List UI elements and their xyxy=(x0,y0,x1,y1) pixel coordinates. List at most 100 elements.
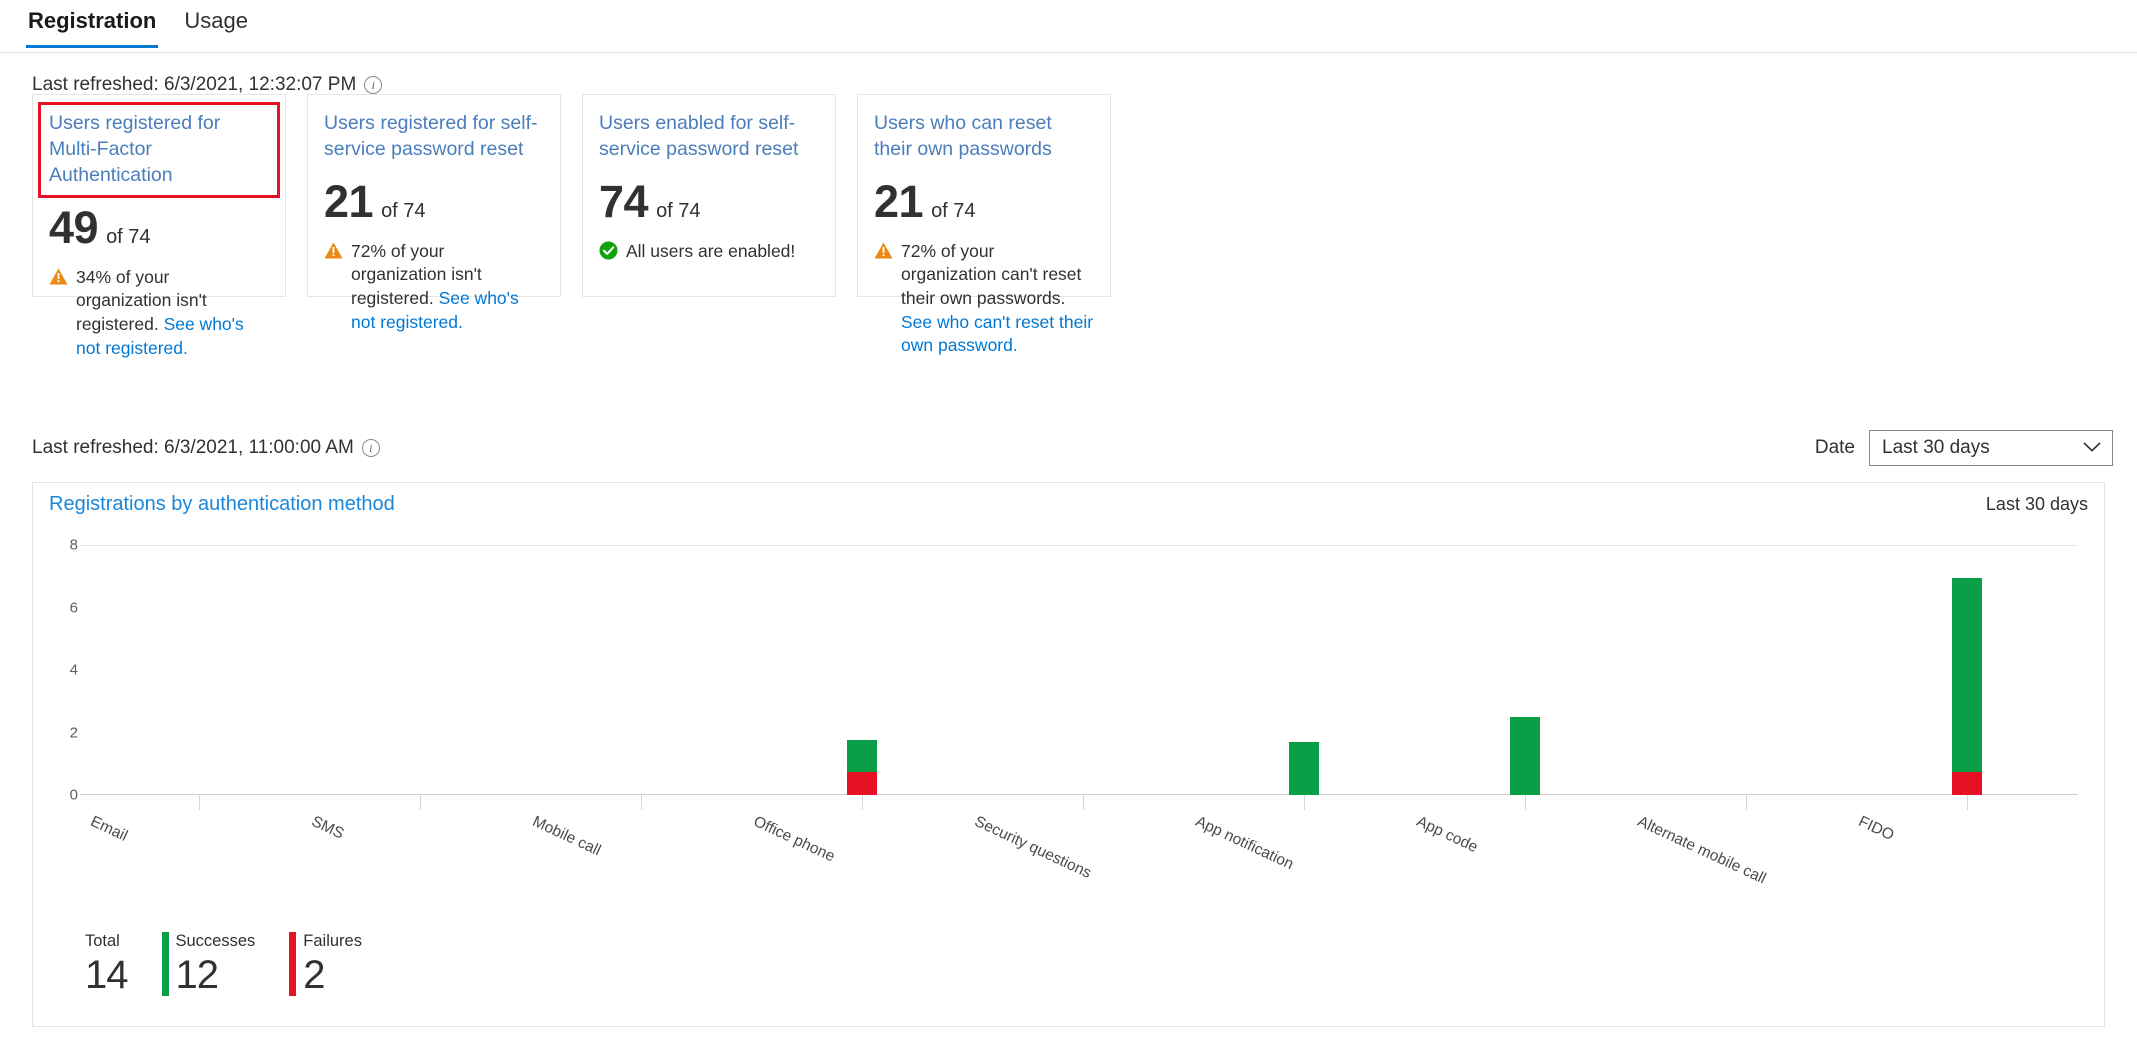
kpi-card-list: Users registered for Multi-Factor Authen… xyxy=(32,94,1111,358)
kpi-card-note-text: 72% of your organization can't reset the… xyxy=(901,240,1082,309)
total-item-total: Total 14 xyxy=(85,932,128,996)
bar-segment-success xyxy=(846,740,877,772)
kpi-card-note: 72% of your organization isn't registere… xyxy=(324,240,544,335)
kpi-card-total: of 74 xyxy=(381,199,426,222)
kpi-card-value: 21 xyxy=(874,175,924,227)
total-value: 12 xyxy=(175,953,219,997)
chart-axis-line xyxy=(80,794,2078,795)
kpi-card-title-wrap: Users enabled for self-service password … xyxy=(599,111,819,163)
x-axis-tick-label: Security questions xyxy=(971,813,1094,882)
total-value: 14 xyxy=(85,953,128,997)
kpi-card-note-text: All users are enabled! xyxy=(626,240,796,261)
kpi-card-title[interactable]: Users who can reset their own passwords xyxy=(874,111,1094,163)
x-axis-tick-mark xyxy=(198,795,200,810)
kpi-card-value-row: 74 of 74 xyxy=(599,179,819,224)
kpi-card-value-row: 49 of 74 xyxy=(49,205,269,250)
warning-triangle-icon xyxy=(324,242,343,259)
x-axis-tick-mark xyxy=(419,795,421,810)
last-refreshed-chart-text: Last refreshed: 6/3/2021, 11:00:00 AM xyxy=(32,437,354,458)
bar-segment-success xyxy=(1952,577,1983,772)
legend-swatch-successes xyxy=(161,932,169,996)
bar-segment-success xyxy=(1510,716,1541,795)
kpi-card-title[interactable]: Users registered for self-service passwo… xyxy=(324,111,544,163)
total-item-failures: Failures 2 xyxy=(289,932,362,996)
kpi-card-value-row: 21 of 74 xyxy=(874,179,1094,224)
y-axis-tick: 2 xyxy=(69,724,78,741)
x-axis-tick-label: FIDO xyxy=(1856,813,1897,845)
kpi-card-note-body: 72% of your organization can't reset the… xyxy=(901,240,1094,358)
kpi-card-total: of 74 xyxy=(656,199,701,222)
x-axis-tick-label: App notification xyxy=(1192,813,1297,874)
kpi-card-sspr-registered[interactable]: Users registered for self-service passwo… xyxy=(307,94,561,332)
kpi-card-title-wrap: Users who can reset their own passwords xyxy=(874,111,1094,163)
kpi-card-value-row: 21 of 74 xyxy=(324,179,544,224)
x-axis-tick-mark xyxy=(861,795,863,810)
last-refreshed-cards: Last refreshed: 6/3/2021, 12:32:07 PM i xyxy=(32,74,383,96)
kpi-card-note: 72% of your organization can't reset the… xyxy=(874,240,1094,358)
x-axis-tick-mark xyxy=(1083,795,1084,810)
chart-title[interactable]: Registrations by authentication method xyxy=(49,493,395,516)
x-axis-tick-label: SMS xyxy=(308,813,347,843)
x-axis-tick-mark xyxy=(1746,795,1748,810)
tab-usage[interactable]: Usage xyxy=(170,0,262,48)
kpi-card-note-body: 72% of your organization isn't registere… xyxy=(351,240,544,335)
date-range-value: Last 30 days xyxy=(1882,437,1990,458)
kpi-card-note-body: 34% of your organization isn't registere… xyxy=(76,266,269,361)
tab-bar: Registration Usage xyxy=(0,0,2137,53)
kpi-card-title[interactable]: Users registered for Multi-Factor Authen… xyxy=(49,111,269,189)
date-filter: Date Last 30 days xyxy=(1815,430,2113,466)
info-icon[interactable]: i xyxy=(361,439,380,457)
chart-totals-legend: Total 14 Successes 12 Failures 2 xyxy=(85,932,362,996)
kpi-card-sspr-enabled[interactable]: Users enabled for self-service password … xyxy=(582,94,836,297)
x-axis-tick-mark xyxy=(1967,795,1969,810)
kpi-card-note: All users are enabled! xyxy=(599,240,819,264)
kpi-card-title[interactable]: Users enabled for self-service password … xyxy=(599,111,819,163)
total-label: Failures xyxy=(303,932,362,951)
kpi-card-link[interactable]: See who can't reset their own password. xyxy=(901,312,1093,356)
kpi-card-total: of 74 xyxy=(931,199,976,222)
chart-bar[interactable] xyxy=(1289,545,1320,795)
date-filter-label: Date xyxy=(1814,437,1855,458)
registrations-chart-panel: Registrations by authentication method L… xyxy=(32,482,2105,1027)
warning-triangle-icon xyxy=(874,242,893,259)
total-label: Successes xyxy=(175,932,256,951)
kpi-card-note: 34% of your organization isn't registere… xyxy=(49,266,269,361)
y-axis-tick: 0 xyxy=(69,786,78,804)
kpi-card-value: 74 xyxy=(599,175,649,227)
kpi-card-title-wrap: Users registered for Multi-Factor Authen… xyxy=(38,102,280,198)
info-icon[interactable]: i xyxy=(364,76,383,94)
chart-plot-area: 0 2 4 6 8 Email SMS Mobile call Office phone Secu… xyxy=(70,537,2078,887)
bar-segment-success xyxy=(1289,741,1320,795)
tab-registration[interactable]: Registration xyxy=(14,0,170,48)
y-axis-tick: 6 xyxy=(69,599,78,616)
legend-swatch-failures xyxy=(289,932,297,996)
x-axis-tick-label: Office phone xyxy=(750,813,838,866)
chart-range-label: Last 30 days xyxy=(1985,494,2088,514)
x-axis-tick-label: Mobile call xyxy=(529,813,604,860)
chevron-down-icon xyxy=(2082,437,2102,459)
chart-bar[interactable] xyxy=(1952,545,1983,795)
chart-top-gridline xyxy=(80,545,2078,546)
x-axis-tick-label: Alternate mobile call xyxy=(1635,813,1769,888)
chart-bar[interactable] xyxy=(846,545,877,795)
kpi-card-title-wrap: Users registered for self-service passwo… xyxy=(324,111,544,163)
bar-segment-failure xyxy=(1952,771,1983,795)
last-refreshed-cards-text: Last refreshed: 6/3/2021, 12:32:07 PM xyxy=(32,74,357,95)
x-axis-tick-mark xyxy=(640,795,642,810)
warning-triangle-icon xyxy=(49,268,68,285)
x-axis-tick-mark xyxy=(1304,795,1306,810)
chart-header: Registrations by authentication method L… xyxy=(49,493,2088,516)
y-axis-tick: 4 xyxy=(69,661,78,679)
x-axis-tick-label: Email xyxy=(87,813,130,845)
bar-segment-failure xyxy=(846,771,877,795)
last-refreshed-chart: Last refreshed: 6/3/2021, 11:00:00 AM i xyxy=(32,437,380,459)
y-axis-tick: 8 xyxy=(69,536,78,554)
date-range-select[interactable]: Last 30 days xyxy=(1869,430,2113,466)
kpi-card-total: of 74 xyxy=(106,225,151,248)
kpi-card-value: 49 xyxy=(49,201,99,253)
kpi-card-can-reset-password[interactable]: Users who can reset their own passwords … xyxy=(857,94,1111,355)
chart-bar[interactable] xyxy=(1510,545,1541,795)
total-value: 2 xyxy=(303,953,325,997)
kpi-card-mfa-registered[interactable]: Users registered for Multi-Factor Authen… xyxy=(32,94,286,358)
x-axis-tick-mark xyxy=(1525,795,1527,810)
